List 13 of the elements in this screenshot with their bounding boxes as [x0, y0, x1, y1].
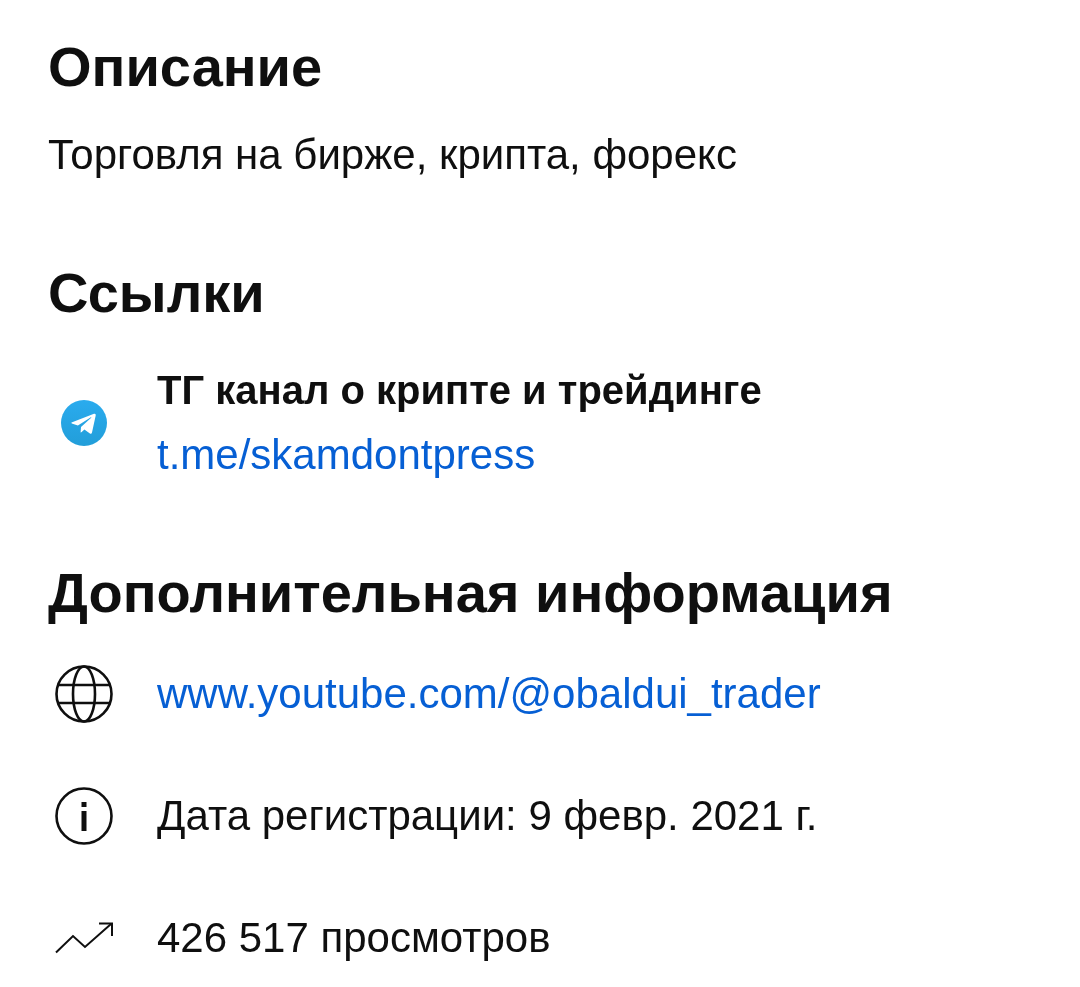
- view-count: 426 517 просмотров: [157, 913, 551, 963]
- info-icon: [55, 787, 113, 845]
- description-text: Торговля на бирже, крипта, форекс: [48, 130, 737, 180]
- trending-up-icon: [55, 922, 113, 954]
- join-date: Дата регистрации: 9 февр. 2021 г.: [157, 791, 818, 841]
- section-heading: Описание: [48, 35, 323, 99]
- link-url[interactable]: t.me/skamdontpress: [157, 430, 536, 480]
- link-title: ТГ канал о крипте и трейдинге: [157, 367, 762, 414]
- globe-icon: [55, 665, 113, 723]
- section-heading: Дополнительная информация: [48, 561, 893, 625]
- website-link[interactable]: www.youtube.com/@obaldui_trader: [157, 669, 821, 719]
- paper-plane-icon: [61, 399, 107, 446]
- section-heading: Ссылки: [48, 261, 265, 325]
